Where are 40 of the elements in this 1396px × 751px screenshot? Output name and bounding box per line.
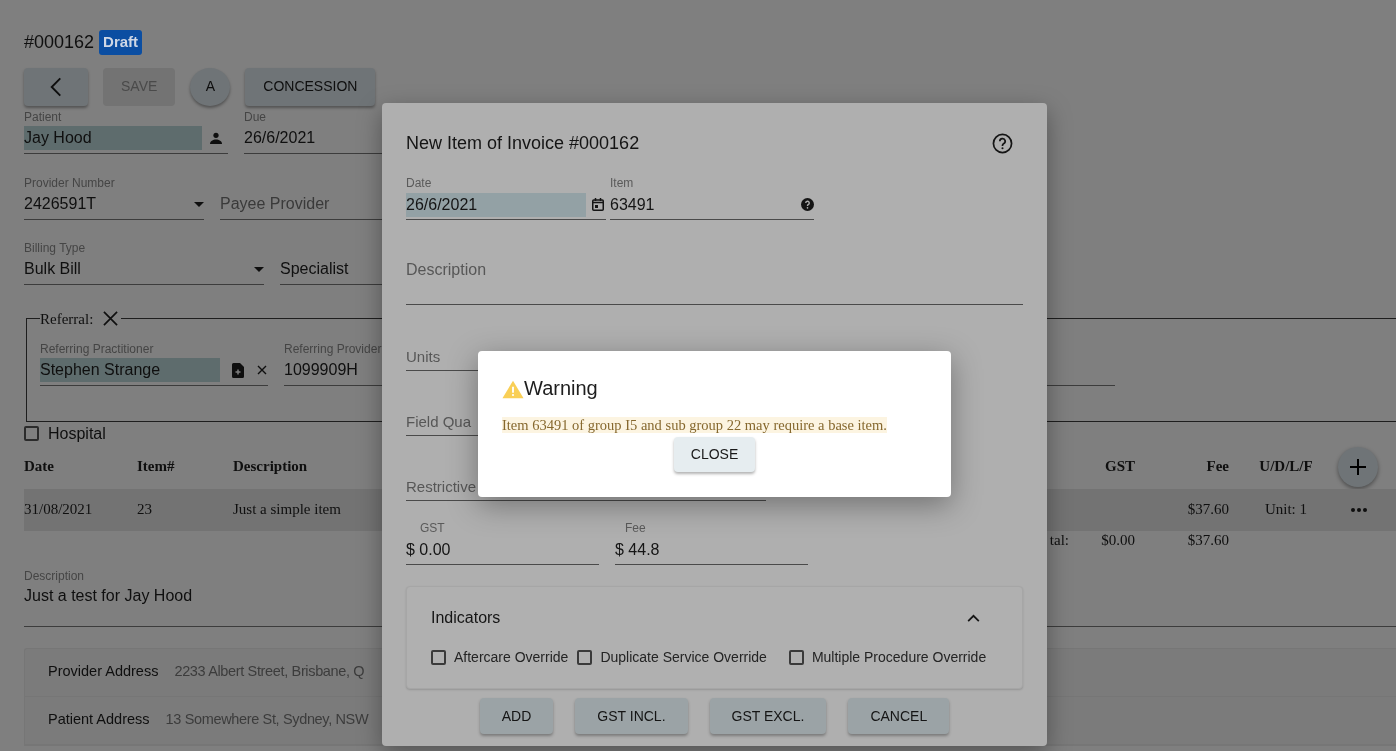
column-header: GST <box>1105 457 1135 477</box>
total-label: tal: <box>1049 531 1069 551</box>
checkbox-label: Hospital <box>48 423 106 444</box>
address-label: Patient Address <box>48 710 150 730</box>
table-cell-text: 23 <box>137 500 152 520</box>
table-cell-text: $37.60 <box>1187 531 1229 551</box>
checkbox-label: Multiple Procedure Override <box>811 648 987 667</box>
field-label: Patient <box>24 109 63 124</box>
column-header: U/D/L/F <box>1259 457 1313 477</box>
field-label: Provider Number <box>24 175 116 190</box>
column-header: Item# <box>137 457 175 477</box>
address-value: 13 Somewhere St, Sydney, NSW <box>165 710 369 730</box>
column-header: Description <box>233 457 308 477</box>
field-label: Description <box>24 568 86 583</box>
invoice-number: #000162 <box>24 31 95 54</box>
address-value: 2233 Albert Street, Brisbane, Q <box>174 662 365 682</box>
table-cell-text: $37.60 <box>1187 500 1229 520</box>
field-label: Referring Provider <box>284 341 382 356</box>
checkbox-label: Duplicate Service Override <box>600 648 767 667</box>
warning-message: Item 63491 of group I5 and sub group 22 may require a base item. <box>502 417 887 433</box>
table-cell-text: $0.00 <box>1101 531 1135 551</box>
warning-title: Warning <box>524 377 598 399</box>
address-label: Provider Address <box>48 662 159 682</box>
column-header: Fee <box>1206 457 1229 477</box>
field-label: Billing Type <box>24 240 87 255</box>
table-cell-text: Just a simple item <box>233 500 341 520</box>
field-label: Referring Practitioner <box>40 341 155 356</box>
column-header: Date <box>24 457 54 477</box>
dialog-title: New Item of Invoice #000162 <box>406 132 640 154</box>
status-badge: Draft <box>99 30 143 55</box>
table-cell-text: 31/08/2021 <box>24 500 93 520</box>
referral-legend: Referral: <box>40 310 94 327</box>
field-label: Date <box>406 176 433 190</box>
field-label: Fee <box>624 521 647 535</box>
field-label: Due <box>244 109 267 124</box>
checkbox-label: Aftercare Override <box>454 648 569 667</box>
field-label: Item <box>610 176 635 190</box>
panel-title: Indicators <box>431 608 501 628</box>
table-cell-text: Unit: 1 <box>1264 500 1308 520</box>
field-label: GST <box>419 521 446 535</box>
